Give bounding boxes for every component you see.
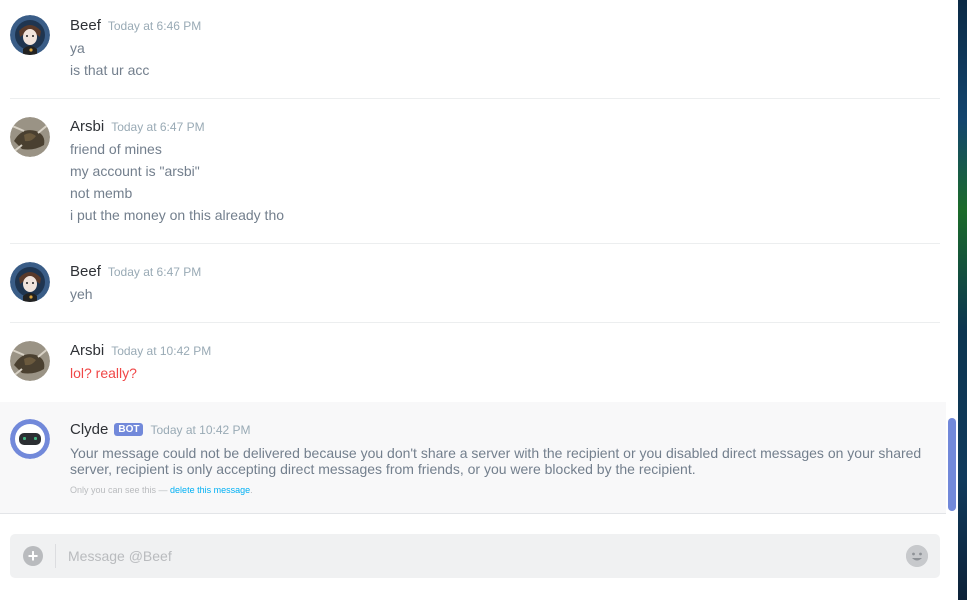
message-line: i put the money on this already tho (70, 207, 285, 223)
message-author[interactable]: Beef (70, 17, 101, 34)
scrollbar-thumb[interactable] (948, 418, 956, 511)
failed-message-line: lol? really? (70, 365, 137, 381)
message-line: my account is "arsbi" (70, 163, 200, 179)
ephemeral-note-suffix: . (250, 485, 253, 495)
message-author[interactable]: Clyde (70, 421, 108, 438)
avatar-beef[interactable] (10, 262, 50, 302)
message-line: yeh (70, 286, 93, 302)
message-author[interactable]: Arsbi (70, 118, 104, 135)
message-group: Beef Today at 6:46 PM ya is that ur acc (10, 0, 940, 99)
message-group: Arsbi Today at 6:47 PM friend of mines m… (10, 99, 940, 244)
message-group: Arsbi Today at 10:42 PM lol? really? (10, 323, 940, 402)
avatar-arsbi[interactable] (10, 117, 50, 157)
desktop-background-strip (958, 0, 967, 600)
message-timestamp: Today at 6:46 PM (107, 19, 202, 33)
delete-message-link[interactable]: delete this message (170, 485, 250, 495)
message-timestamp: Today at 6:47 PM (107, 265, 202, 279)
emoji-picker-icon[interactable] (906, 545, 928, 567)
clyde-system-message: Clyde BOT Today at 10:42 PM Your message… (0, 402, 946, 514)
message-timestamp: Today at 10:42 PM (111, 344, 212, 358)
ephemeral-note-text: Only you can see this — (70, 485, 171, 495)
message-composer: + (10, 534, 940, 578)
avatar-arsbi[interactable] (10, 341, 50, 381)
message-line: is that ur acc (70, 62, 150, 78)
message-input[interactable] (68, 542, 888, 570)
message-group: Beef Today at 6:47 PM yeh (10, 244, 940, 323)
message-line: not memb (70, 185, 133, 201)
message-line: ya (70, 40, 85, 56)
avatar-beef[interactable] (10, 15, 50, 55)
ephemeral-note: Only you can see this — delete this mess… (70, 485, 253, 495)
message-timestamp: Today at 6:47 PM (111, 120, 205, 134)
attach-plus-icon[interactable]: + (23, 546, 43, 566)
clyde-avatar (10, 419, 50, 459)
message-timestamp: Today at 10:42 PM (150, 423, 251, 437)
message-author[interactable]: Arsbi (70, 342, 104, 359)
clyde-message-body: Your message could not be delivered beca… (70, 445, 922, 477)
message-author[interactable]: Beef (70, 263, 101, 280)
bot-badge: BOT (114, 423, 144, 436)
chat-messages[interactable]: Beef Today at 6:46 PM ya is that ur acc … (0, 0, 946, 520)
message-line: friend of mines (70, 141, 162, 157)
composer-divider (55, 544, 56, 568)
